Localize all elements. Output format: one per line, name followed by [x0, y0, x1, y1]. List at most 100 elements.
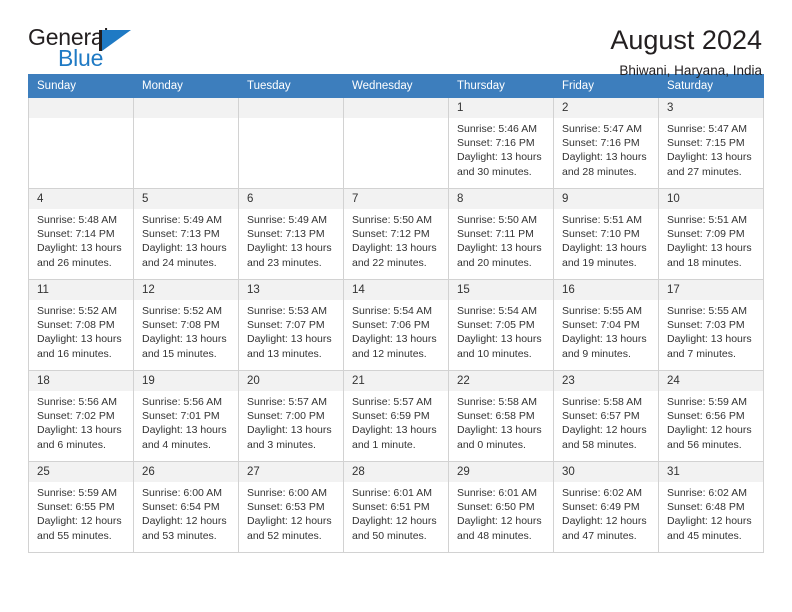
day-number: 31	[659, 462, 763, 482]
calendar-day-cell[interactable]: 30 Sunrise: 6:02 AM Sunset: 6:49 PM Dayligh…	[553, 461, 659, 553]
day-sun-info: Sunrise: 5:51 AM Sunset: 7:10 PM Daylight:…	[554, 209, 658, 270]
calendar-day-cell[interactable]: 17 Sunrise: 5:55 AM Sunset: 7:03 PM Dayligh…	[658, 279, 764, 371]
calendar-day-cell[interactable]: 16 Sunrise: 5:55 AM Sunset: 7:04 PM Dayligh…	[553, 279, 659, 371]
calendar-day-cell-empty	[28, 97, 134, 189]
daylight-duration-line2: and 1 minute.	[352, 438, 416, 451]
daylight-duration-line2: and 30 minutes.	[457, 165, 532, 178]
calendar-day-cell[interactable]: 22 Sunrise: 5:58 AM Sunset: 6:58 PM Dayligh…	[448, 370, 554, 462]
sunset-time: Sunset: 7:15 PM	[667, 137, 745, 150]
calendar-day-cell[interactable]: 21 Sunrise: 5:57 AM Sunset: 6:59 PM Dayligh…	[343, 370, 449, 462]
calendar-week-row: 18 Sunrise: 5:56 AM Sunset: 7:02 PM Dayligh…	[28, 370, 764, 462]
sunrise-time: Sunrise: 5:50 AM	[457, 214, 537, 226]
calendar-day-cell[interactable]: 9 Sunrise: 5:51 AM Sunset: 7:10 PM Daylight…	[553, 188, 659, 280]
calendar-day-cell[interactable]: 31 Sunrise: 6:02 AM Sunset: 6:48 PM Dayligh…	[658, 461, 764, 553]
day-number: 6	[239, 189, 343, 209]
calendar-week-row: 25 Sunrise: 5:59 AM Sunset: 6:55 PM Dayligh…	[28, 461, 764, 553]
calendar-day-cell[interactable]: 29 Sunrise: 6:01 AM Sunset: 6:50 PM Dayligh…	[448, 461, 554, 553]
day-sun-info: Sunrise: 5:54 AM Sunset: 7:05 PM Daylight:…	[449, 300, 553, 361]
page-header: General Blue August 2024 Bhiwani, Haryan…	[28, 0, 764, 79]
calendar-day-cell[interactable]: 24 Sunrise: 5:59 AM Sunset: 6:56 PM Dayligh…	[658, 370, 764, 462]
calendar-day-cell[interactable]: 2 Sunrise: 5:47 AM Sunset: 7:16 PM Daylight…	[553, 97, 659, 189]
day-cell-content: 22 Sunrise: 5:58 AM Sunset: 6:58 PM Dayligh…	[449, 371, 553, 461]
logo-triangle-icon	[102, 30, 131, 51]
calendar-day-cell[interactable]: 15 Sunrise: 5:54 AM Sunset: 7:05 PM Dayligh…	[448, 279, 554, 371]
calendar-day-cell[interactable]: 23 Sunrise: 5:58 AM Sunset: 6:57 PM Dayligh…	[553, 370, 659, 462]
calendar-day-cell[interactable]: 27 Sunrise: 6:00 AM Sunset: 6:53 PM Dayligh…	[238, 461, 344, 553]
daylight-duration-line2: and 55 minutes.	[37, 529, 112, 542]
sunrise-time: Sunrise: 5:59 AM	[37, 487, 117, 499]
calendar-body: 1 Sunrise: 5:46 AM Sunset: 7:16 PM Daylight…	[28, 97, 764, 553]
daylight-duration-line1: Daylight: 12 hours	[562, 515, 647, 528]
calendar-day-cell[interactable]: 3 Sunrise: 5:47 AM Sunset: 7:15 PM Daylight…	[658, 97, 764, 189]
calendar-day-cell[interactable]: 6 Sunrise: 5:49 AM Sunset: 7:13 PM Daylight…	[238, 188, 344, 280]
day-sun-info: Sunrise: 6:02 AM Sunset: 6:48 PM Daylight:…	[659, 482, 763, 543]
day-number: 26	[134, 462, 238, 482]
daylight-duration-line2: and 45 minutes.	[667, 529, 742, 542]
day-sun-info: Sunrise: 6:01 AM Sunset: 6:50 PM Daylight:…	[449, 482, 553, 543]
calendar-day-cell[interactable]: 14 Sunrise: 5:54 AM Sunset: 7:06 PM Dayligh…	[343, 279, 449, 371]
weekday-header-sunday: Sunday	[28, 74, 134, 98]
calendar-day-cell[interactable]: 28 Sunrise: 6:01 AM Sunset: 6:51 PM Dayligh…	[343, 461, 449, 553]
calendar-day-cell-empty	[343, 97, 449, 189]
sunrise-sunset-calendar: Sunday Monday Tuesday Wednesday Thursday…	[28, 74, 764, 553]
sunrise-time: Sunrise: 5:56 AM	[37, 396, 117, 408]
daylight-duration-line2: and 10 minutes.	[457, 347, 532, 360]
calendar-day-cell[interactable]: 4 Sunrise: 5:48 AM Sunset: 7:14 PM Daylight…	[28, 188, 134, 280]
day-number	[344, 98, 448, 118]
weekday-header-monday: Monday	[133, 74, 239, 98]
calendar-day-cell[interactable]: 7 Sunrise: 5:50 AM Sunset: 7:12 PM Daylight…	[343, 188, 449, 280]
day-sun-info: Sunrise: 5:59 AM Sunset: 6:55 PM Daylight:…	[29, 482, 133, 543]
day-sun-info: Sunrise: 5:50 AM Sunset: 7:12 PM Daylight:…	[344, 209, 448, 270]
sunset-time: Sunset: 7:13 PM	[142, 228, 220, 241]
daylight-duration-line2: and 6 minutes.	[37, 438, 106, 451]
calendar-day-cell[interactable]: 18 Sunrise: 5:56 AM Sunset: 7:02 PM Dayligh…	[28, 370, 134, 462]
daylight-duration-line2: and 50 minutes.	[352, 529, 427, 542]
daylight-duration-line2: and 7 minutes.	[667, 347, 736, 360]
sunset-time: Sunset: 6:56 PM	[667, 410, 745, 423]
calendar-day-cell[interactable]: 5 Sunrise: 5:49 AM Sunset: 7:13 PM Daylight…	[133, 188, 239, 280]
calendar-day-cell[interactable]: 19 Sunrise: 5:56 AM Sunset: 7:01 PM Dayligh…	[133, 370, 239, 462]
day-sun-info: Sunrise: 6:00 AM Sunset: 6:54 PM Daylight:…	[134, 482, 238, 543]
day-number: 12	[134, 280, 238, 300]
sunset-time: Sunset: 7:07 PM	[247, 319, 325, 332]
calendar-day-cell[interactable]: 25 Sunrise: 5:59 AM Sunset: 6:55 PM Dayligh…	[28, 461, 134, 553]
calendar-day-cell[interactable]: 11 Sunrise: 5:52 AM Sunset: 7:08 PM Dayligh…	[28, 279, 134, 371]
sunrise-time: Sunrise: 5:54 AM	[352, 305, 432, 317]
calendar-day-cell[interactable]: 10 Sunrise: 5:51 AM Sunset: 7:09 PM Dayligh…	[658, 188, 764, 280]
calendar-week-row: 11 Sunrise: 5:52 AM Sunset: 7:08 PM Dayligh…	[28, 279, 764, 371]
day-sun-info: Sunrise: 5:52 AM Sunset: 7:08 PM Daylight:…	[134, 300, 238, 361]
daylight-duration-line2: and 3 minutes.	[247, 438, 316, 451]
day-number: 9	[554, 189, 658, 209]
daylight-duration-line1: Daylight: 13 hours	[247, 424, 332, 437]
sunset-time: Sunset: 7:14 PM	[37, 228, 115, 241]
day-cell-content: 20 Sunrise: 5:57 AM Sunset: 7:00 PM Dayligh…	[239, 371, 343, 461]
calendar-day-cell[interactable]: 26 Sunrise: 6:00 AM Sunset: 6:54 PM Dayligh…	[133, 461, 239, 553]
daylight-duration-line2: and 24 minutes.	[142, 256, 217, 269]
daylight-duration-line2: and 52 minutes.	[247, 529, 322, 542]
general-blue-logo[interactable]: General Blue	[28, 26, 148, 72]
daylight-duration-line2: and 56 minutes.	[667, 438, 742, 451]
sunrise-time: Sunrise: 5:51 AM	[562, 214, 642, 226]
day-sun-info: Sunrise: 5:50 AM Sunset: 7:11 PM Daylight:…	[449, 209, 553, 270]
sunrise-time: Sunrise: 5:57 AM	[352, 396, 432, 408]
day-number: 29	[449, 462, 553, 482]
day-sun-info: Sunrise: 5:49 AM Sunset: 7:13 PM Daylight:…	[134, 209, 238, 270]
day-sun-info: Sunrise: 5:58 AM Sunset: 6:57 PM Daylight:…	[554, 391, 658, 452]
calendar-day-cell[interactable]: 13 Sunrise: 5:53 AM Sunset: 7:07 PM Dayligh…	[238, 279, 344, 371]
sunrise-time: Sunrise: 5:48 AM	[37, 214, 117, 226]
daylight-duration-line2: and 19 minutes.	[562, 256, 637, 269]
day-number	[239, 98, 343, 118]
calendar-day-cell[interactable]: 20 Sunrise: 5:57 AM Sunset: 7:00 PM Dayligh…	[238, 370, 344, 462]
day-number: 23	[554, 371, 658, 391]
day-number: 15	[449, 280, 553, 300]
calendar-day-cell[interactable]: 8 Sunrise: 5:50 AM Sunset: 7:11 PM Daylight…	[448, 188, 554, 280]
daylight-duration-line1: Daylight: 13 hours	[562, 242, 647, 255]
calendar-day-cell[interactable]: 1 Sunrise: 5:46 AM Sunset: 7:16 PM Daylight…	[448, 97, 554, 189]
calendar-day-cell[interactable]: 12 Sunrise: 5:52 AM Sunset: 7:08 PM Dayligh…	[133, 279, 239, 371]
sunrise-time: Sunrise: 6:00 AM	[247, 487, 327, 499]
calendar-week-row: 4 Sunrise: 5:48 AM Sunset: 7:14 PM Daylight…	[28, 188, 764, 280]
sunset-time: Sunset: 7:03 PM	[667, 319, 745, 332]
day-sun-info: Sunrise: 5:47 AM Sunset: 7:15 PM Daylight:…	[659, 118, 763, 179]
sunset-time: Sunset: 7:01 PM	[142, 410, 220, 423]
sunrise-time: Sunrise: 5:54 AM	[457, 305, 537, 317]
